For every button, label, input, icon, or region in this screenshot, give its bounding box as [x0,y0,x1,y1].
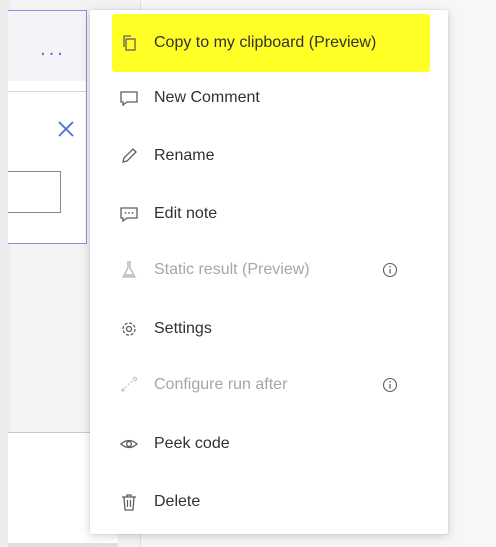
context-menu: Copy to my clipboard (Preview) New Comme… [90,10,448,534]
menu-item-label: Edit note [154,205,218,222]
action-card: ... [8,10,87,244]
menu-item-peek-code[interactable]: Peek code [90,422,448,466]
menu-item-label: Copy to my clipboard (Preview) [154,34,377,51]
info-icon[interactable] [380,260,400,280]
lower-card-bar [8,543,118,547]
menu-item-label: Delete [154,493,201,510]
info-icon[interactable] [380,375,400,395]
menu-item-label: Peek code [154,435,230,452]
card-divider [8,91,86,92]
trash-icon [118,491,140,513]
menu-item-label: Settings [154,320,212,337]
eye-icon [118,433,140,455]
menu-item-label: Configure run after [154,376,288,393]
menu-item-edit-note[interactable]: Edit note [90,192,448,236]
note-icon [118,203,140,225]
run-after-icon [118,374,140,396]
menu-item-rename[interactable]: Rename [90,134,448,178]
menu-item-label: Rename [154,147,215,164]
menu-item-label: New Comment [154,89,260,106]
copy-icon [118,32,140,54]
menu-item-delete[interactable]: Delete [90,480,448,524]
comment-icon [118,87,140,109]
menu-item-static-result[interactable]: Static result (Preview) [90,248,448,292]
pencil-icon [118,145,140,167]
gear-icon [118,318,140,340]
menu-item-new-comment[interactable]: New Comment [90,76,448,120]
menu-item-copy-to-clipboard[interactable]: Copy to my clipboard (Preview) [90,21,448,65]
menu-item-settings[interactable]: Settings [90,307,448,351]
close-icon [58,121,74,137]
flask-icon [118,259,140,281]
card-input[interactable] [8,171,61,213]
more-options-button[interactable]: ... [30,37,76,61]
menu-item-configure-run-after[interactable]: Configure run after [90,363,448,407]
menu-item-label: Static result (Preview) [154,261,310,278]
close-button[interactable] [52,115,80,143]
